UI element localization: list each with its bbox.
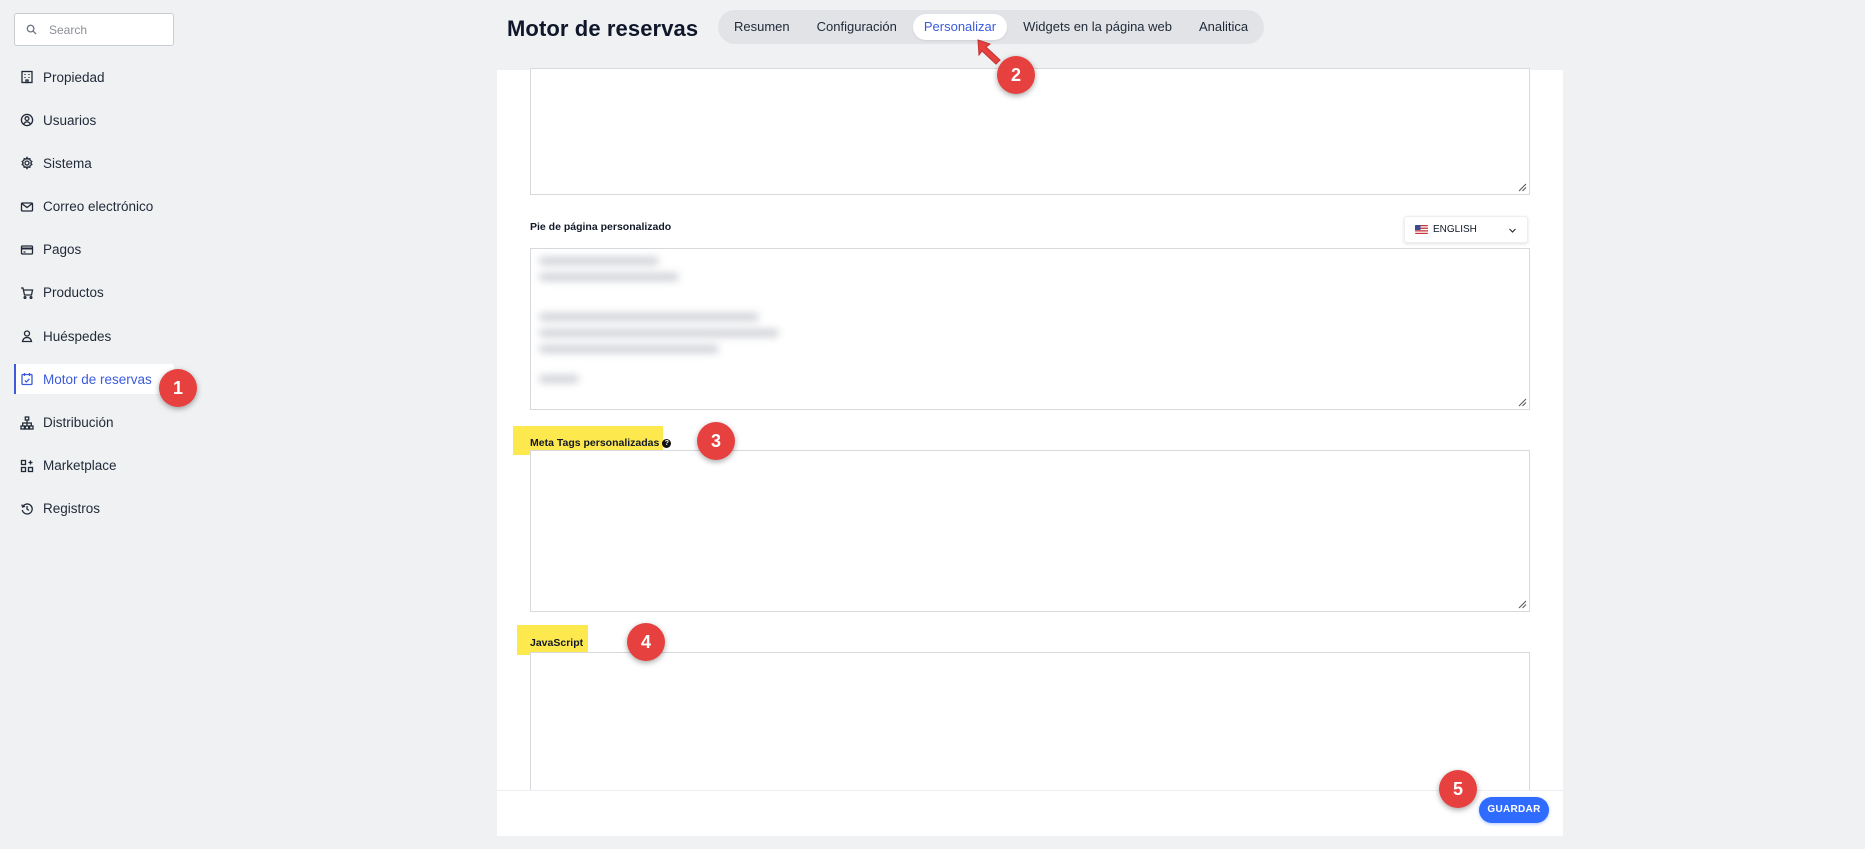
building-icon [21,70,33,84]
sidebar-item-label: Marketplace [43,458,117,474]
resize-handle-icon[interactable] [1518,600,1527,609]
save-button[interactable]: GUARDAR [1479,797,1549,823]
person-icon [21,330,33,343]
credit-card-icon [20,245,34,255]
search-icon [26,24,37,35]
page-title: Motor de reservas [507,16,699,41]
sidebar-item-correo[interactable]: Correo electrónico [14,192,174,222]
history-icon [21,503,33,515]
tab-configuracion[interactable]: Configuración [806,14,908,40]
callout-badge-2: 2 [997,56,1035,94]
search-input[interactable] [49,22,169,37]
customize-panel: Pie de página personalizado ENGLISH Meta… [497,68,1563,792]
us-flag-icon [1415,225,1428,234]
sidebar-item-productos[interactable]: Productos [14,278,174,308]
sidebar-item-motor-de-reservas[interactable]: Motor de reservas [14,364,174,395]
sidebar-item-pagos[interactable]: Pagos [14,235,174,265]
javascript-textarea[interactable] [530,652,1530,792]
sitemap-icon [20,415,34,430]
blurred-content [531,249,831,399]
tab-widgets[interactable]: Widgets en la página web [1012,14,1183,40]
tab-analitica[interactable]: Analitica [1188,14,1259,40]
sidebar-item-label: Distribución [43,415,114,430]
search-box[interactable] [14,13,174,46]
sidebar-item-marketplace[interactable]: Marketplace [14,451,174,481]
meta-tags-label-text: Meta Tags personalizadas [530,437,660,449]
mail-icon [20,201,34,212]
meta-tags-textarea[interactable] [530,450,1530,612]
sidebar-item-label: Usuarios [43,112,97,128]
user-circle-icon [20,113,34,127]
sidebar-item-label: Motor de reservas [43,371,152,387]
tab-personalizar[interactable]: Personalizar [912,14,1008,40]
cart-icon [21,287,34,299]
callout-badge-3: 3 [697,422,735,460]
help-icon[interactable]: ? [662,439,672,448]
sidebar-item-propiedad[interactable]: Propiedad [14,62,174,92]
sidebar-item-sistema[interactable]: Sistema [14,148,174,178]
resize-handle-icon[interactable] [1518,398,1527,407]
resize-handle-icon[interactable] [1518,183,1527,192]
callout-badge-1: 1 [159,369,197,407]
callout-badge-4: 4 [627,623,665,661]
sidebar-item-label: Productos [43,285,104,301]
sidebar-item-usuarios[interactable]: Usuarios [14,105,174,135]
sidebar-item-distribucion[interactable]: Distribución [14,408,174,438]
callout-badge-5: 5 [1439,770,1477,808]
sidebar-nav: Propiedad Usuarios Sistema Correo electr… [14,62,174,537]
gear-icon [21,156,33,171]
footer-action-bar [497,790,1563,836]
calendar-check-icon [21,373,33,386]
sidebar-item-label: Registros [43,501,101,517]
tab-resumen[interactable]: Resumen [723,14,801,40]
apps-icon [20,459,34,472]
footer-textarea[interactable] [530,248,1530,410]
sidebar-item-label: Huéspedes [43,328,112,344]
meta-tags-label: Meta Tags personalizadas? [530,437,672,449]
chevron-down-icon [1509,228,1516,233]
sidebar-item-label: Sistema [43,155,92,171]
sidebar-item-label: Pagos [43,242,82,258]
language-select[interactable]: ENGLISH [1404,216,1528,243]
sidebar-item-registros[interactable]: Registros [14,494,174,524]
sidebar-item-label: Correo electrónico [43,199,154,215]
footer-label: Pie de página personalizado [530,221,672,233]
sidebar-item-label: Propiedad [43,69,105,85]
javascript-label: JavaScript [530,637,584,649]
sidebar-item-huespedes[interactable]: Huéspedes [14,321,174,351]
language-value: ENGLISH [1433,224,1477,235]
